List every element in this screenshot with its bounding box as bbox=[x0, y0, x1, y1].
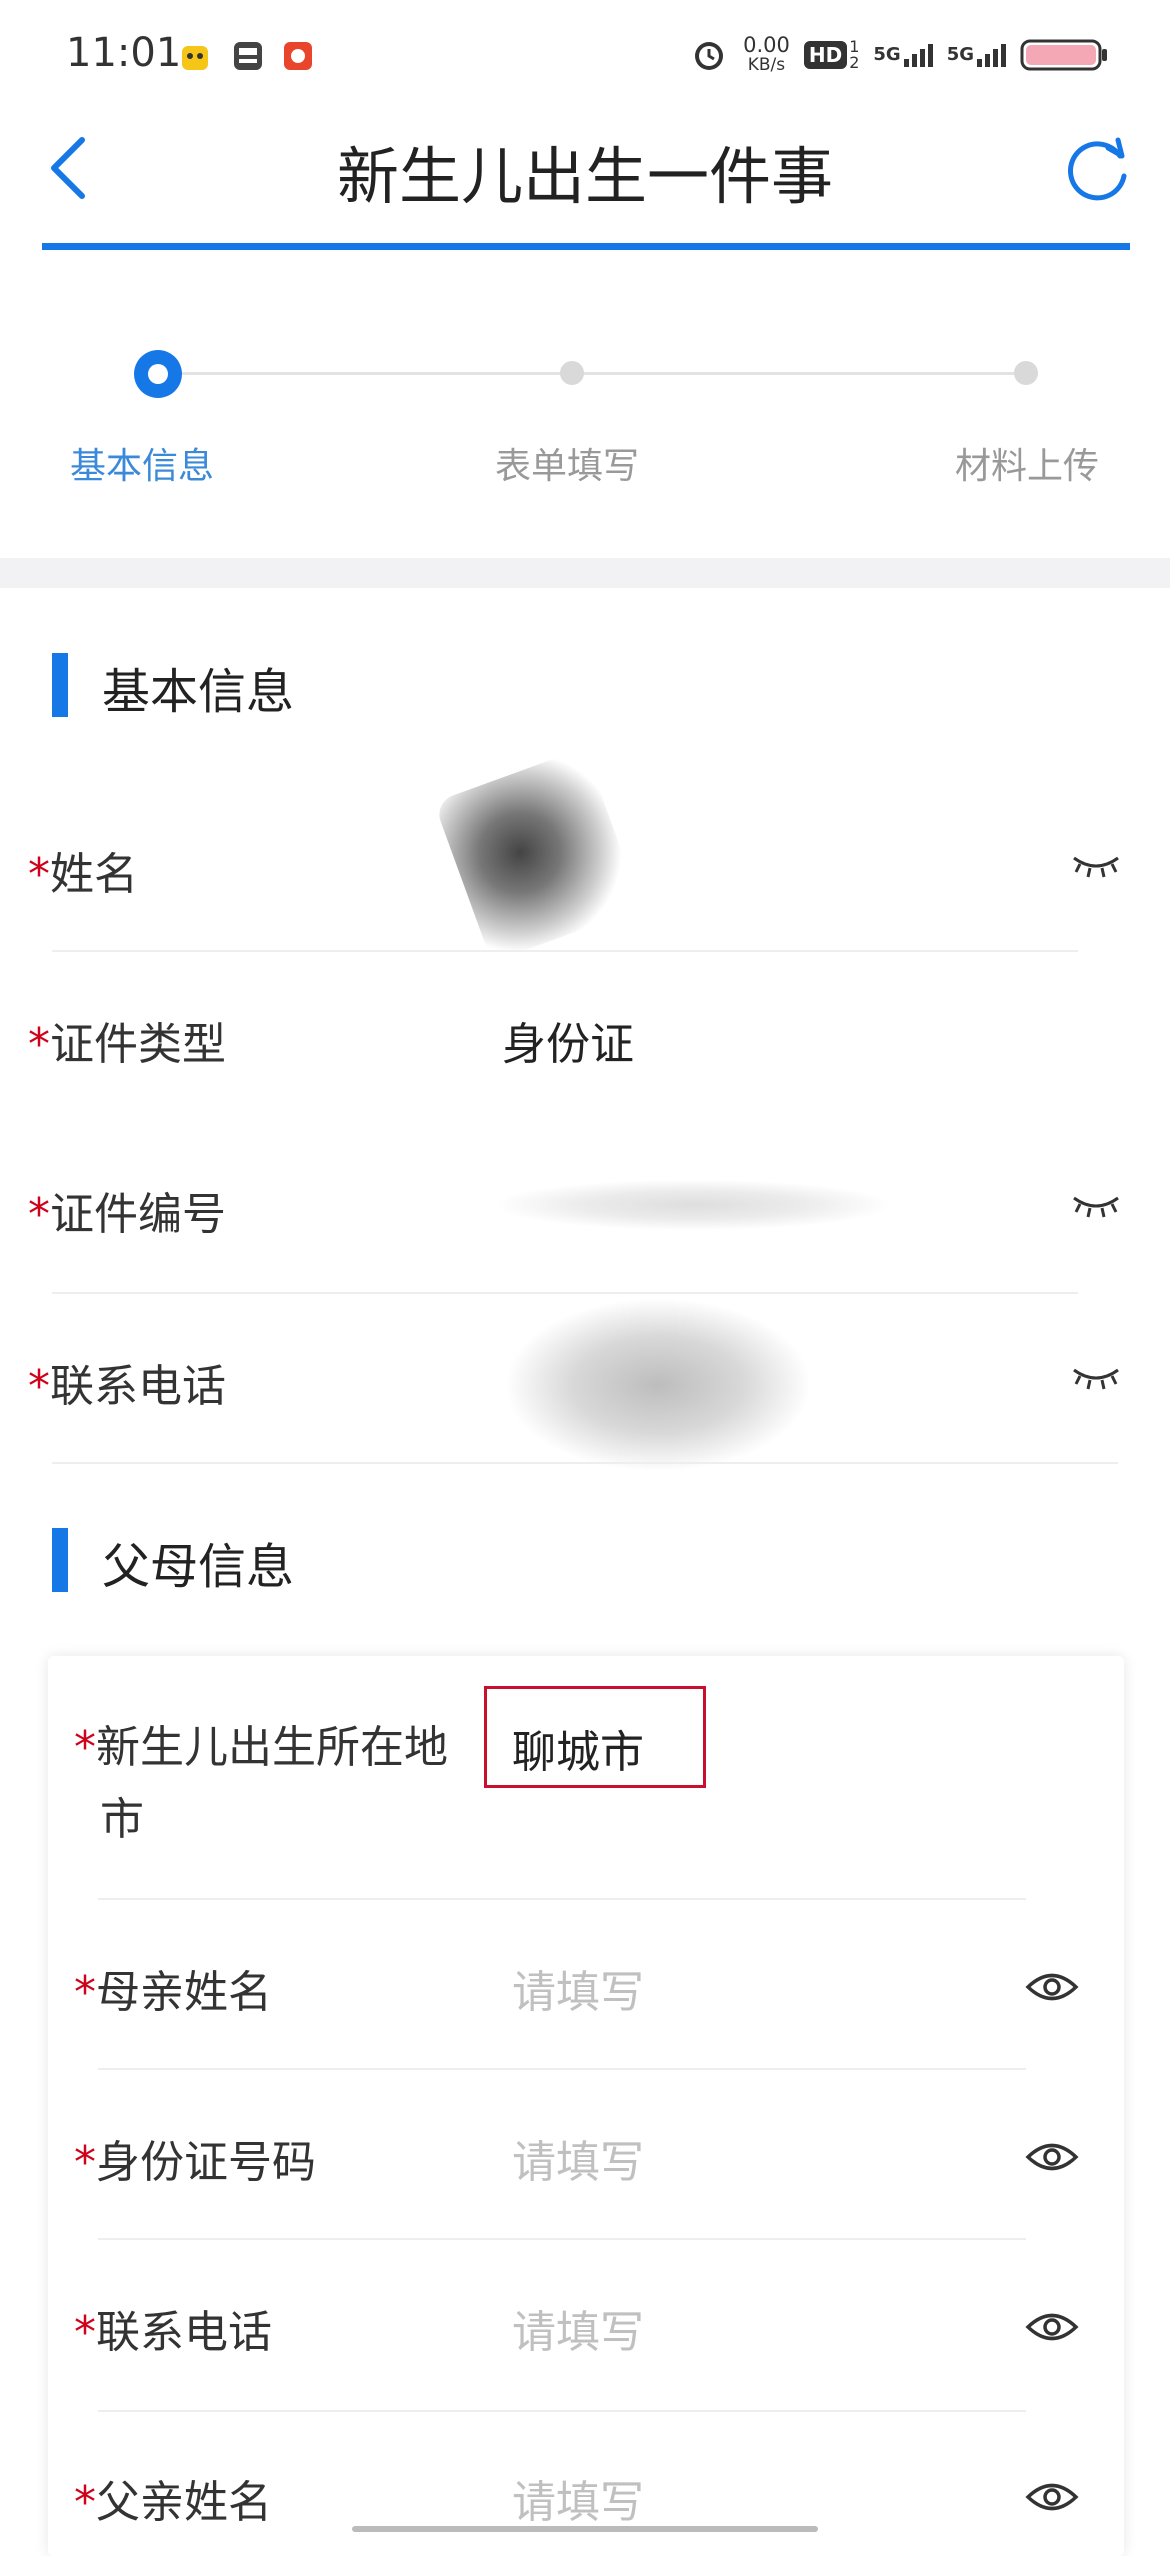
step-3-indicator bbox=[1014, 361, 1038, 385]
id-type-label-text: 证件类型 bbox=[50, 1019, 226, 1070]
mother-id-label-text: 身份证号码 bbox=[96, 2137, 316, 2188]
mother-id-field-label: *身份证号码 bbox=[74, 2126, 316, 2190]
status-icons: 0.00 KB/s HD 12 5G 5G bbox=[689, 30, 1110, 80]
row-divider bbox=[52, 950, 1078, 952]
net-speed: 0.00 KB/s bbox=[743, 33, 790, 76]
home-indicator[interactable] bbox=[352, 2526, 818, 2532]
name-label-text: 姓名 bbox=[50, 849, 138, 900]
step-2-indicator bbox=[560, 361, 584, 385]
page-title: 新生儿出生一件事 bbox=[336, 140, 833, 213]
required-mark: * bbox=[74, 2307, 96, 2358]
phone-field-label: *联系电话 bbox=[28, 1350, 226, 1414]
mother-phone-field-label: *联系电话 bbox=[74, 2296, 272, 2360]
phone-value-redacted bbox=[508, 1300, 808, 1470]
bus-card-icon bbox=[234, 42, 262, 70]
section-accent-bar bbox=[52, 653, 68, 717]
header-divider bbox=[42, 243, 1130, 250]
birth-city-label-line1: 新生儿出生所在地 bbox=[96, 1722, 448, 1773]
row-divider bbox=[98, 2238, 1026, 2240]
mother-id-input[interactable]: 请填写 bbox=[512, 2126, 644, 2190]
hd-label: HD bbox=[803, 41, 848, 69]
alarm-icon bbox=[695, 42, 724, 70]
battery-icon bbox=[1020, 39, 1107, 71]
step-3-label: 材料上传 bbox=[955, 446, 1100, 487]
status-time: 11:01 bbox=[66, 30, 182, 76]
father-name-input[interactable]: 请填写 bbox=[512, 2466, 644, 2530]
mother-name-label-text: 母亲姓名 bbox=[96, 1967, 272, 2018]
row-divider bbox=[98, 2068, 1026, 2070]
id-number-label-text: 证件编号 bbox=[50, 1189, 226, 1240]
hd-icon: HD 12 bbox=[803, 39, 859, 71]
mother-name-input[interactable]: 请填写 bbox=[512, 1956, 644, 2020]
step-track bbox=[182, 372, 1036, 375]
mother-phone-input[interactable]: 请填写 bbox=[512, 2296, 644, 2360]
row-divider bbox=[98, 2410, 1026, 2412]
parent-info-section-title: 父母信息 bbox=[102, 1539, 295, 1595]
eye-icon[interactable] bbox=[1024, 1968, 1080, 2006]
eye-icon[interactable] bbox=[1024, 2478, 1080, 2516]
app-notification-icon bbox=[182, 46, 208, 70]
required-mark: * bbox=[74, 1967, 96, 2018]
required-mark: * bbox=[28, 1019, 50, 1070]
father-name-field-label: *父亲姓名 bbox=[74, 2466, 272, 2530]
birth-city-label-line2: 市 bbox=[100, 1794, 144, 1845]
signal-icon-2: 5G bbox=[946, 43, 1006, 67]
row-divider bbox=[98, 1898, 1026, 1900]
row-divider bbox=[52, 1462, 1118, 1464]
required-mark: * bbox=[28, 1189, 50, 1240]
eye-icon[interactable] bbox=[1024, 2308, 1080, 2346]
net-speed-unit: KB/s bbox=[747, 55, 786, 75]
step-1-label: 基本信息 bbox=[70, 446, 215, 487]
eye-icon[interactable] bbox=[1024, 2138, 1080, 2176]
required-mark: * bbox=[74, 2137, 96, 2188]
shopping-app-icon bbox=[284, 42, 312, 70]
mother-name-field-label: *母亲姓名 bbox=[74, 1956, 272, 2020]
name-value-redacted bbox=[433, 747, 643, 963]
required-mark: * bbox=[74, 2477, 96, 2528]
refresh-button[interactable] bbox=[1062, 134, 1132, 204]
birth-city-value[interactable]: 聊城市 bbox=[512, 1716, 644, 1780]
phone-label-text: 联系电话 bbox=[50, 1361, 226, 1412]
id-type-value[interactable]: 身份证 bbox=[502, 1008, 634, 1072]
id-number-field-label: *证件编号 bbox=[28, 1178, 226, 1242]
signal-icon-1: 5G bbox=[873, 43, 933, 67]
required-mark: * bbox=[28, 849, 50, 900]
eye-closed-icon[interactable] bbox=[1070, 1190, 1122, 1222]
signal-2-label: 5G bbox=[946, 43, 974, 65]
father-name-label-text: 父亲姓名 bbox=[96, 2477, 272, 2528]
step-1-indicator bbox=[134, 350, 182, 398]
net-speed-value: 0.00 bbox=[743, 33, 790, 57]
required-mark: * bbox=[28, 1361, 50, 1412]
name-field-label: *姓名 bbox=[28, 838, 138, 902]
id-type-field-label: *证件类型 bbox=[28, 1008, 226, 1072]
mother-phone-label-text: 联系电话 bbox=[96, 2307, 272, 2358]
eye-closed-icon[interactable] bbox=[1070, 1362, 1122, 1394]
basic-info-section-title: 基本信息 bbox=[102, 664, 295, 720]
required-mark: * bbox=[74, 1722, 96, 1773]
signal-1-label: 5G bbox=[873, 43, 901, 65]
step-2-label: 表单填写 bbox=[495, 446, 640, 487]
section-accent-bar bbox=[52, 1528, 68, 1592]
birth-city-field-label: *新生儿出生所在地 市 bbox=[74, 1712, 448, 1856]
section-separator bbox=[0, 558, 1170, 588]
eye-closed-icon[interactable] bbox=[1070, 850, 1122, 882]
row-divider bbox=[52, 1292, 1078, 1294]
id-number-value-redacted bbox=[498, 1180, 888, 1230]
